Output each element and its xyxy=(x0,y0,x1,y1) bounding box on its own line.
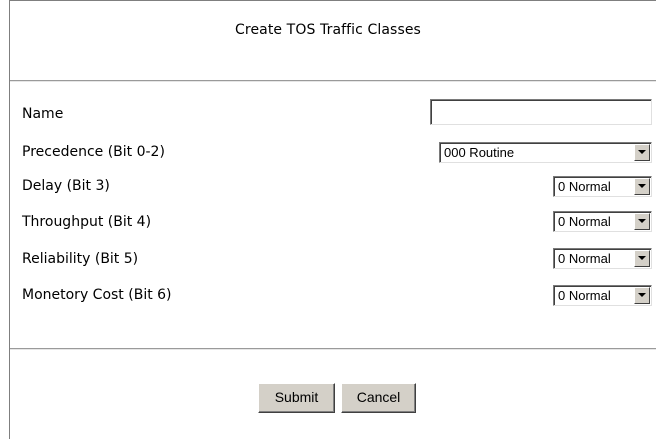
chevron-down-icon[interactable] xyxy=(634,144,650,161)
reliability-label: Reliability (Bit 5) xyxy=(22,251,139,267)
chevron-down-icon[interactable] xyxy=(634,250,650,267)
reliability-selected-value: 0 Normal xyxy=(558,251,611,266)
throughput-label: Throughput (Bit 4) xyxy=(22,214,152,230)
chevron-down-icon[interactable] xyxy=(634,213,650,230)
cost-selected-value: 0 Normal xyxy=(558,288,611,303)
precedence-selected-value: 000 Routine xyxy=(444,145,515,160)
submit-button[interactable]: Submit xyxy=(258,383,335,413)
delay-label: Delay (Bit 3) xyxy=(22,178,110,194)
throughput-selected-value: 0 Normal xyxy=(558,214,611,229)
cost-label: Monetory Cost (Bit 6) xyxy=(22,287,172,303)
cost-select[interactable]: 0 Normal xyxy=(553,285,652,306)
delay-selected-value: 0 Normal xyxy=(558,179,611,194)
delay-select[interactable]: 0 Normal xyxy=(553,176,652,197)
top-divider xyxy=(10,80,656,82)
precedence-select[interactable]: 000 Routine xyxy=(439,142,652,163)
bottom-divider xyxy=(10,348,656,350)
chevron-down-icon[interactable] xyxy=(634,287,650,304)
cancel-button[interactable]: Cancel xyxy=(341,383,416,413)
precedence-label: Precedence (Bit 0-2) xyxy=(22,144,165,160)
reliability-select[interactable]: 0 Normal xyxy=(553,248,652,269)
name-label: Name xyxy=(22,106,64,122)
page-title: Create TOS Traffic Classes xyxy=(235,22,421,38)
chevron-down-icon[interactable] xyxy=(634,178,650,195)
throughput-select[interactable]: 0 Normal xyxy=(553,211,652,232)
name-input[interactable] xyxy=(430,99,652,125)
